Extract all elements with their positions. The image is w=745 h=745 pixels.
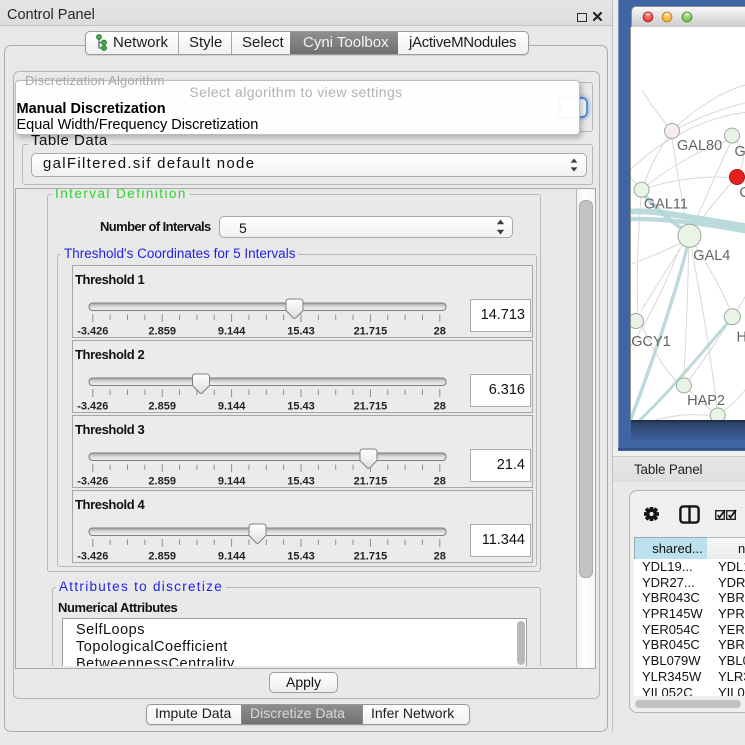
- svg-text:21.715: 21.715: [354, 326, 388, 338]
- svg-text:2.859: 2.859: [148, 401, 176, 413]
- svg-text:GAL11: GAL11: [644, 197, 688, 213]
- svg-text:15.43: 15.43: [287, 476, 315, 488]
- svg-text:-3.426: -3.426: [77, 551, 108, 563]
- svg-text:GAL80: GAL80: [677, 138, 722, 154]
- svg-text:2.859: 2.859: [148, 326, 176, 338]
- svg-text:15.43: 15.43: [287, 326, 315, 338]
- svg-text:9.144: 9.144: [218, 476, 246, 488]
- svg-text:9.144: 9.144: [218, 551, 246, 563]
- svg-text:28: 28: [434, 476, 446, 488]
- svg-text:21.715: 21.715: [354, 476, 388, 488]
- svg-text:-3.426: -3.426: [77, 326, 108, 338]
- svg-text:28: 28: [434, 326, 446, 338]
- svg-text:15.43: 15.43: [287, 551, 315, 563]
- svg-text:21.715: 21.715: [354, 401, 388, 413]
- svg-text:-3.426: -3.426: [77, 401, 108, 413]
- svg-text:-3.426: -3.426: [77, 476, 108, 488]
- svg-text:28: 28: [434, 401, 446, 413]
- svg-text:GCY1: GCY1: [631, 334, 671, 350]
- svg-text:H: H: [737, 330, 745, 346]
- svg-text:2.859: 2.859: [148, 551, 176, 563]
- svg-text:9.144: 9.144: [218, 401, 246, 413]
- svg-text:C: C: [739, 185, 745, 201]
- svg-text:28: 28: [434, 551, 446, 563]
- svg-text:2.859: 2.859: [148, 476, 176, 488]
- svg-text:9.144: 9.144: [218, 326, 246, 338]
- svg-text:15.43: 15.43: [287, 401, 315, 413]
- svg-text:GA: GA: [735, 144, 745, 160]
- svg-text:21.715: 21.715: [354, 551, 388, 563]
- svg-text:HAP2: HAP2: [687, 393, 725, 409]
- svg-text:GAL4: GAL4: [693, 248, 730, 264]
